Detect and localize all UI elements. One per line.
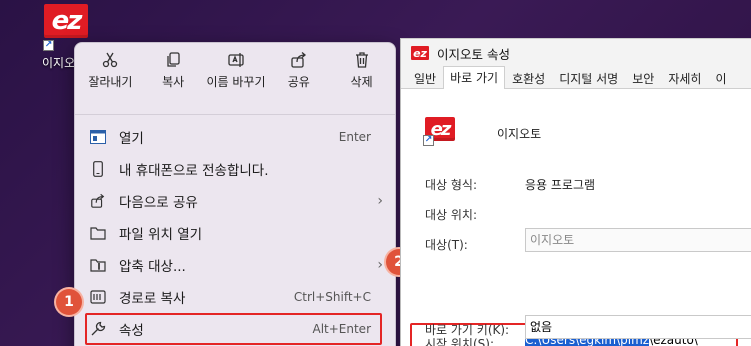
tab-details[interactable]: 자세히 bbox=[661, 68, 708, 88]
rename-button[interactable]: 이름 바꾸기 bbox=[205, 51, 268, 114]
menu-item-properties[interactable]: 속성 Alt+Enter bbox=[85, 313, 382, 345]
menu-item-properties-shortcut: Alt+Enter bbox=[312, 322, 371, 336]
menu-item-compress-to-label: 압축 대상... bbox=[119, 259, 186, 275]
delete-button[interactable]: 삭제 bbox=[330, 51, 393, 114]
target-field[interactable]: 이지오토 bbox=[525, 228, 751, 252]
rename-label: 이름 바꾸기 bbox=[206, 75, 266, 89]
properties-window: ez 이지오토 속성 일반 바로 가기 호환성 디지털 서명 보안 자세히 이 … bbox=[400, 38, 751, 346]
shortcut-arrow-icon: ↗ bbox=[43, 40, 54, 51]
tab-previous-versions[interactable]: 이 bbox=[708, 68, 733, 88]
share-button[interactable]: 공유 bbox=[267, 51, 330, 114]
copy-button[interactable]: 복사 bbox=[142, 51, 205, 114]
tab-security[interactable]: 보안 bbox=[625, 68, 661, 88]
menu-item-send-to-phone[interactable]: 내 휴대폰으로 전송합니다. bbox=[75, 153, 395, 185]
tab-compatibility[interactable]: 호환성 bbox=[505, 68, 552, 88]
phone-icon bbox=[89, 160, 107, 178]
trash-icon bbox=[355, 52, 368, 68]
submenu-chevron-icon: › bbox=[377, 193, 383, 209]
target-location-label: 대상 위치: bbox=[425, 208, 478, 222]
cut-button[interactable]: 잘라내기 bbox=[79, 51, 142, 114]
target-label: 대상(T): bbox=[425, 238, 468, 252]
share-icon bbox=[291, 52, 306, 68]
folder-icon bbox=[89, 224, 107, 242]
menu-item-open-file-location[interactable]: 파일 위치 열기 bbox=[75, 217, 395, 249]
menu-item-open-shortcut: Enter bbox=[338, 130, 371, 144]
rename-icon bbox=[228, 53, 244, 67]
wrench-icon bbox=[89, 320, 107, 338]
properties-body: ez ↗ 이지오토 대상 형식: 응용 프로그램 대상 위치: 대상(T): 이… bbox=[401, 89, 751, 346]
menu-item-copy-as-path-shortcut: Ctrl+Shift+C bbox=[293, 290, 371, 304]
target-type-value: 응용 프로그램 bbox=[525, 178, 596, 192]
delete-label: 삭제 bbox=[350, 75, 373, 89]
target-type-label: 대상 형식: bbox=[425, 178, 478, 192]
submenu-chevron-icon: › bbox=[377, 257, 383, 273]
tab-general[interactable]: 일반 bbox=[407, 68, 443, 88]
copy-label: 복사 bbox=[162, 75, 185, 89]
ezauto-logo: ez bbox=[44, 4, 88, 38]
menu-item-open[interactable]: 열기 Enter bbox=[75, 121, 395, 153]
menu-item-open-file-location-label: 파일 위치 열기 bbox=[119, 227, 203, 243]
open-icon bbox=[89, 128, 107, 146]
menu-item-share-with-label: 다음으로 공유 bbox=[119, 195, 198, 211]
menu-item-copy-as-path-label: 경로로 복사 bbox=[119, 291, 186, 307]
share-icon bbox=[89, 192, 107, 210]
share-label: 공유 bbox=[287, 75, 310, 89]
properties-title-bar: ez 이지오토 속성 bbox=[401, 39, 751, 67]
step-badge-1: 1 bbox=[56, 289, 82, 315]
copy-icon bbox=[167, 52, 180, 67]
context-menu-top-actions: 잘라내기 복사 이름 바꾸기 공유 삭제 bbox=[75, 43, 395, 115]
shortcut-key-field[interactable]: 없음 bbox=[525, 315, 751, 339]
app-name: 이지오토 bbox=[497, 127, 542, 141]
context-menu: 잘라내기 복사 이름 바꾸기 공유 삭제 열기 Enter 내 휴대폰으로 전송… bbox=[74, 42, 396, 346]
ezauto-logo: ez bbox=[411, 46, 429, 60]
shortcut-key-label: 바로 가기 키(K): bbox=[425, 323, 510, 337]
properties-tabs: 일반 바로 가기 호환성 디지털 서명 보안 자세히 이 bbox=[401, 66, 751, 89]
menu-item-send-to-phone-label: 내 휴대폰으로 전송합니다. bbox=[119, 163, 269, 179]
copy-path-icon bbox=[89, 288, 107, 306]
scissors-icon bbox=[103, 52, 118, 68]
cut-label: 잘라내기 bbox=[88, 75, 133, 89]
properties-title: 이지오토 속성 bbox=[437, 46, 510, 62]
zip-icon bbox=[89, 256, 107, 274]
menu-item-compress-to[interactable]: 압축 대상... › bbox=[75, 249, 395, 281]
menu-item-copy-as-path[interactable]: 경로로 복사 Ctrl+Shift+C bbox=[75, 281, 395, 313]
shortcut-arrow-icon: ↗ bbox=[423, 135, 434, 146]
menu-item-open-label: 열기 bbox=[119, 131, 144, 147]
menu-item-share-with[interactable]: 다음으로 공유 › bbox=[75, 185, 395, 217]
menu-item-properties-label: 속성 bbox=[119, 323, 144, 339]
tab-shortcut[interactable]: 바로 가기 bbox=[443, 66, 506, 89]
tab-digital-signatures[interactable]: 디지털 서명 bbox=[552, 68, 625, 88]
